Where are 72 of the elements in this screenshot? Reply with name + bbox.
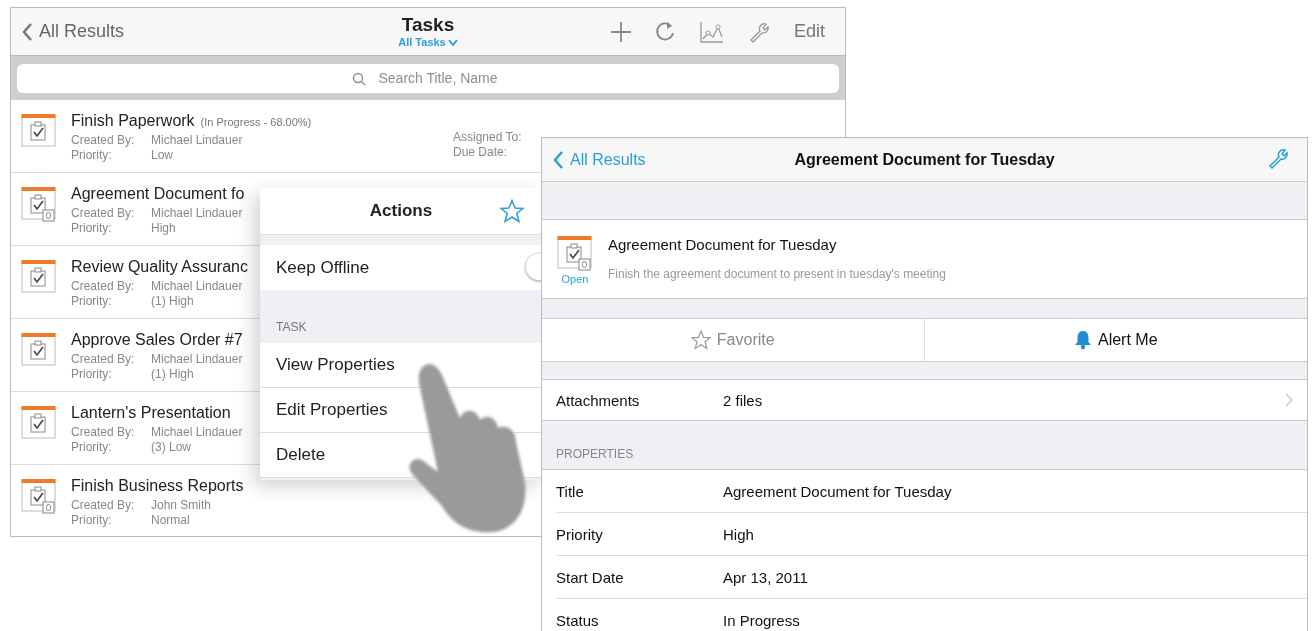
field-label: Due Date: bbox=[453, 145, 509, 160]
back-button[interactable]: All Results bbox=[552, 149, 646, 170]
field-label: Created By: bbox=[71, 279, 135, 294]
field-value: In Progress bbox=[723, 611, 800, 629]
field-label: Created By: bbox=[71, 425, 135, 440]
field-value: Michael Lindauer bbox=[151, 279, 243, 294]
task-title: Approve Sales Order #7 bbox=[71, 331, 243, 349]
field-value: Michael Lindauer bbox=[151, 133, 243, 148]
task-title: Finish Paperwork bbox=[71, 112, 195, 130]
menu-item[interactable]: View Properties bbox=[260, 343, 542, 388]
refresh-icon bbox=[654, 20, 675, 43]
field-label: Created By: bbox=[71, 498, 135, 513]
screen-title: Agreement Document for Tuesday bbox=[794, 150, 1055, 169]
bell-icon bbox=[1073, 330, 1092, 350]
keep-offline-label: Keep Offline bbox=[276, 257, 370, 278]
attachments-row[interactable]: Attachments 2 files bbox=[542, 379, 1307, 421]
field-value: 2 files bbox=[723, 391, 763, 409]
section-header: PROPERTIES bbox=[555, 446, 635, 463]
task-title: Lantern's Presentation bbox=[71, 404, 231, 422]
field-value: Michael Lindauer bbox=[151, 352, 243, 367]
task-title: Review Quality Assuranc bbox=[71, 258, 248, 276]
field-value: Agreement Document for Tuesday bbox=[723, 482, 952, 500]
field-value: Michael Lindauer bbox=[151, 425, 243, 440]
field-label: Priority: bbox=[71, 440, 112, 455]
task-title: Agreement Document for Tuesday bbox=[608, 236, 838, 253]
back-chevron-icon bbox=[21, 21, 33, 42]
field-label: Attachments bbox=[556, 391, 641, 409]
field-label: Created By: bbox=[71, 352, 135, 367]
field-value: Normal bbox=[151, 513, 190, 528]
back-chevron-icon bbox=[552, 149, 564, 170]
field-label: Priority: bbox=[71, 148, 112, 163]
task-description: Finish the agreement document to present in tuesday's meeting bbox=[608, 267, 946, 281]
chevron-right-icon bbox=[1285, 393, 1293, 407]
dropdown-chevron-icon bbox=[447, 37, 458, 47]
field-label: Priority: bbox=[71, 294, 112, 309]
field-label: Assigned To: bbox=[453, 130, 522, 145]
field-value: (1) High bbox=[151, 367, 194, 382]
field-value: Apr 13, 2011 bbox=[723, 568, 808, 586]
filter-dropdown[interactable]: All Tasks bbox=[398, 36, 458, 48]
field-label: Status bbox=[556, 611, 600, 629]
field-label: Priority bbox=[556, 525, 604, 543]
back-button[interactable]: All Results bbox=[21, 21, 125, 42]
field-value: Low bbox=[151, 148, 173, 163]
star-icon bbox=[500, 199, 524, 223]
star-icon bbox=[690, 330, 711, 350]
field-value: High bbox=[151, 221, 176, 236]
popover-title: Actions bbox=[369, 201, 433, 221]
open-link[interactable]: Open bbox=[561, 273, 589, 285]
screen-title: Tasks bbox=[401, 14, 455, 36]
field-label: Priority: bbox=[71, 367, 112, 382]
field-value: High bbox=[723, 525, 754, 543]
field-label: Priority: bbox=[71, 221, 112, 236]
edit-button[interactable]: Edit bbox=[793, 21, 825, 42]
field-label: Created By: bbox=[71, 206, 135, 221]
field-value: (3) Low bbox=[151, 440, 191, 455]
settings-button[interactable] bbox=[1267, 147, 1289, 172]
search-field[interactable]: Search Title, Name bbox=[17, 63, 839, 93]
field-value: Michael Lindauer bbox=[151, 206, 243, 221]
field-value: John Smith bbox=[151, 498, 212, 513]
add-icon bbox=[610, 21, 631, 42]
task-title: Finish Business Reports bbox=[71, 477, 244, 495]
field-label: Start Date bbox=[556, 568, 625, 586]
favorite-star-button[interactable] bbox=[500, 199, 524, 226]
field-label: Title bbox=[556, 482, 585, 500]
field-value: (1) High bbox=[151, 294, 194, 309]
search-icon bbox=[352, 71, 366, 86]
field-label: Created By: bbox=[71, 133, 135, 148]
wrench-icon bbox=[1267, 147, 1289, 169]
field-label: Priority: bbox=[71, 513, 112, 528]
task-status: (In Progress - 68.00%) bbox=[200, 116, 312, 128]
chart-icon bbox=[698, 20, 724, 43]
task-title: Agreement Document fo bbox=[71, 185, 245, 203]
